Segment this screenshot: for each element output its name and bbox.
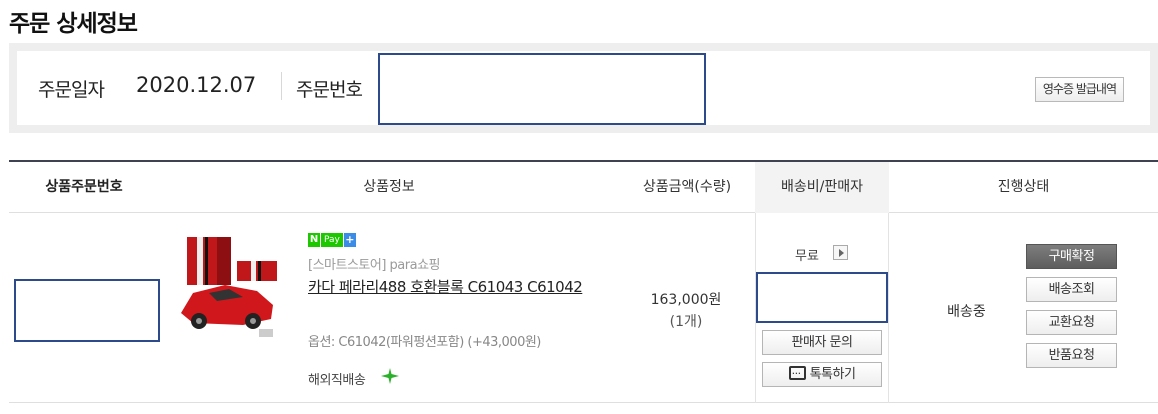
redacted-order-number [378,53,706,125]
receipt-history-button[interactable]: 영수증 발급내역 [1034,77,1124,102]
exchange-request-button[interactable]: 교환요청 [1026,310,1117,335]
order-status: 배송중 [947,304,986,320]
plus-icon: + [343,233,356,247]
store-name: [스마트스토어] para쇼핑 [308,258,441,273]
overseas-shipping-label: 해외직배송 [308,373,366,388]
chevron-right-icon[interactable] [833,245,848,260]
table-row: N Pay + [스마트스토어] para쇼핑 카다 페라리488 호환블록 C… [9,213,1158,403]
redacted-seller [756,272,888,323]
product-option: 옵션: C61042(파워펑션포함) (+43,000원) [308,335,541,350]
order-items-table: 상품주문번호 상품정보 상품금액(수량) 배송비/판매자 진행상태 N Pay [9,160,1158,403]
product-price: 163,000원 [650,292,722,308]
return-request-button[interactable]: 반품요청 [1026,343,1117,368]
confirm-purchase-button[interactable]: 구매확정 [1026,244,1117,269]
talk-talk-button[interactable]: 톡톡하기 [762,362,882,387]
product-name-link[interactable]: 카다 페라리488 호환블록 C61043 C61042 [308,276,613,298]
naver-pay-label: Pay [321,233,343,247]
track-delivery-button[interactable]: 배송조회 [1026,277,1117,302]
seller-inquiry-button[interactable]: 판매자 문의 [762,330,882,355]
header-product-order-no: 상품주문번호 [45,179,123,195]
airplane-icon [381,368,399,384]
divider [281,72,282,100]
header-price-qty: 상품금액(수량) [642,179,732,195]
order-number-label: 주문번호 [296,79,363,101]
chat-bubble-icon [788,362,806,385]
talk-talk-label: 톡톡하기 [809,367,856,382]
shipping-fee: 무료 [795,249,819,264]
order-date-label: 주문일자 [38,79,105,101]
table-header: 상품주문번호 상품정보 상품금액(수량) 배송비/판매자 진행상태 [9,160,1158,213]
order-date: 2020.12.07 [136,73,257,97]
header-shipping-seller: 배송비/판매자 [755,162,889,213]
naver-pay-badge: N Pay + [308,233,356,247]
product-quantity: (1개) [669,314,703,330]
header-product-info: 상품정보 [363,179,415,195]
header-status: 진행상태 [997,179,1050,195]
product-thumbnail[interactable] [173,231,283,343]
redacted-product-order-number [14,279,160,342]
order-summary: 주문일자 2020.12.07 주문번호 영수증 발급내역 [9,43,1158,133]
page-title: 주문 상세정보 [9,11,138,37]
naver-pay-n-icon: N [308,233,320,247]
